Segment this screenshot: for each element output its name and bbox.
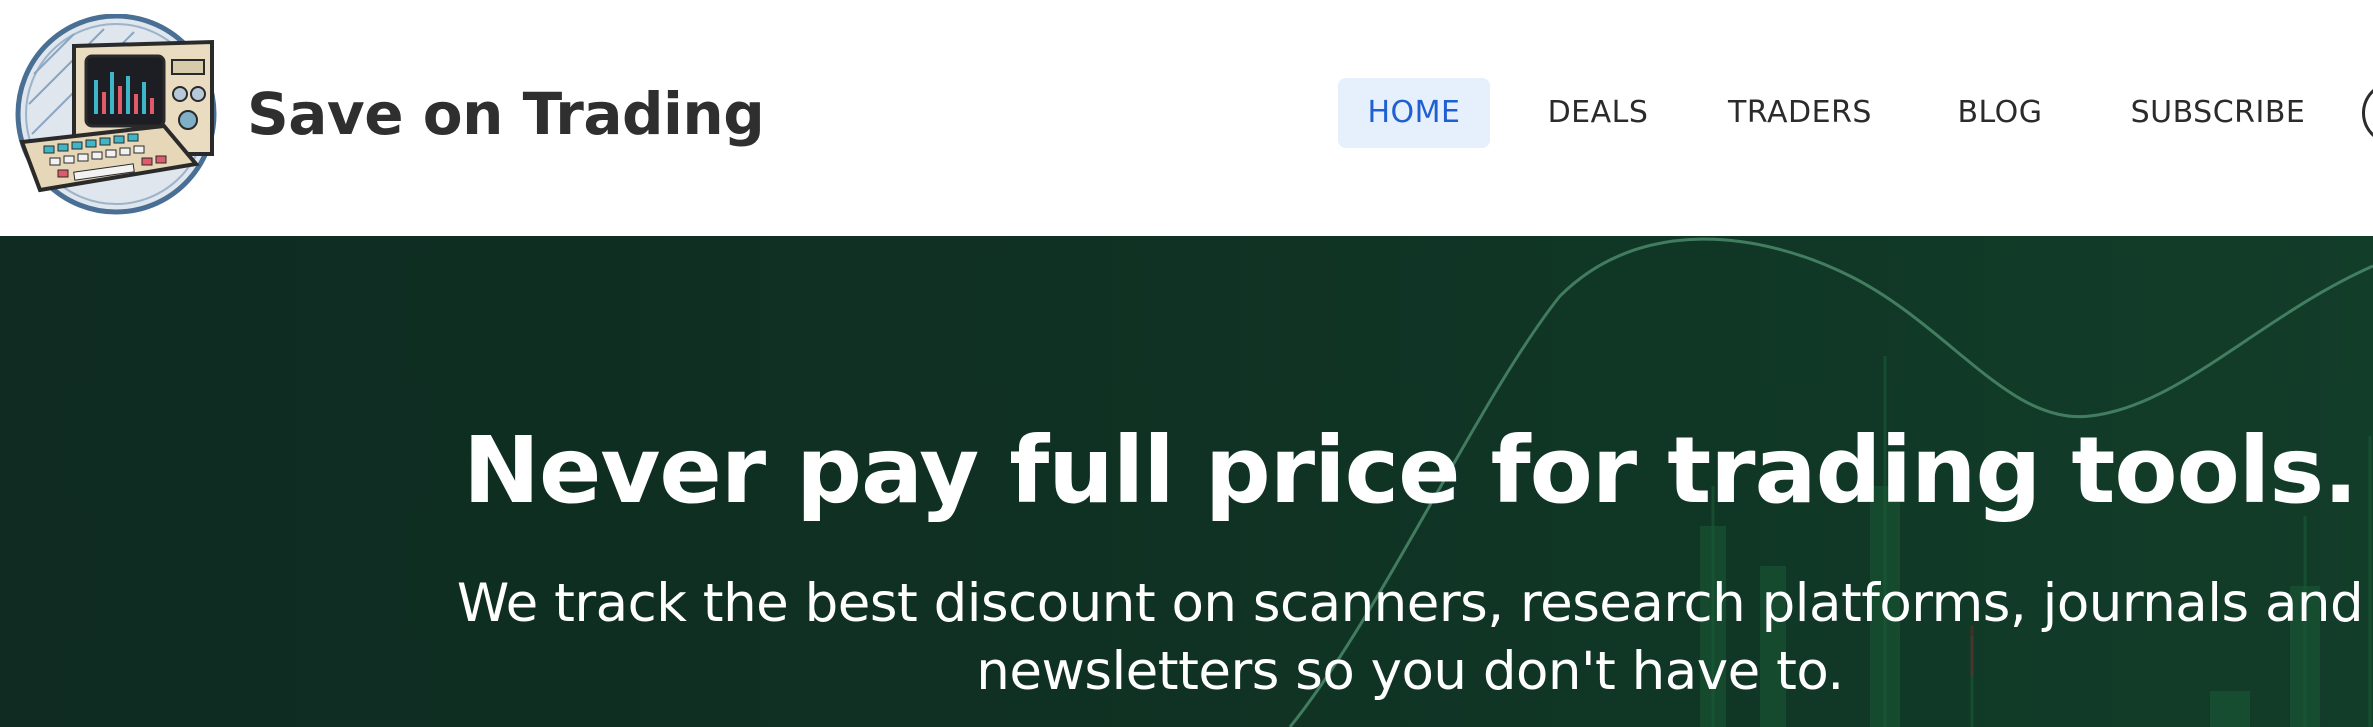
site-header: Save on Trading HOME DEALS TRADERS BLOG … bbox=[0, 0, 2373, 236]
site-title[interactable]: Save on Trading bbox=[247, 76, 765, 152]
nav-item-home[interactable]: HOME bbox=[1338, 78, 1490, 148]
hero-section: Never pay full price for trading tools. … bbox=[0, 236, 2373, 727]
retro-computer-icon bbox=[15, 13, 217, 215]
nav-item-subscribe[interactable]: SUBSCRIBE bbox=[2118, 78, 2318, 148]
nav-item-traders[interactable]: TRADERS bbox=[1715, 78, 1885, 148]
hero-subtitle: We track the best discount on scanners, … bbox=[456, 573, 2364, 702]
account-circle-icon[interactable] bbox=[2362, 82, 2373, 144]
site-logo[interactable] bbox=[14, 13, 219, 219]
nav-item-deals[interactable]: DEALS bbox=[1528, 78, 1668, 148]
hero-title: Never pay full price for trading tools. bbox=[462, 417, 2358, 524]
nav-item-blog[interactable]: BLOG bbox=[1945, 78, 2055, 148]
